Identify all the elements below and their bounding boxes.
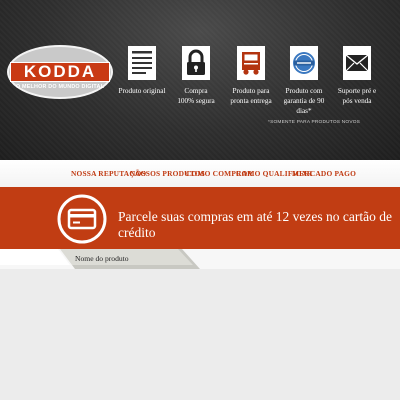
feature-support: Suporte pré e pós venda	[329, 44, 385, 106]
nav-item-mercado-pago[interactable]: MERCADO PAGO	[292, 169, 356, 178]
feature-label: Compra 100% segura	[177, 87, 215, 105]
product-strip: Nome do produto	[0, 249, 400, 269]
logo-wordmark: KODDA	[23, 62, 97, 81]
truck-icon	[237, 46, 265, 80]
feature-label: Produto para pronta entrega	[230, 87, 272, 105]
feature-label: Produto com garantia de 90 dias*	[283, 87, 325, 115]
footnote: *SOMENTE PARA PRODUTOS NOVOS	[268, 120, 361, 125]
logo-tagline: O MELHOR DO MUNDO DIGITAL	[15, 84, 105, 90]
feature-original-product: Produto original	[114, 44, 170, 96]
feature-label: Suporte pré e pós venda	[337, 87, 377, 105]
banner-text: Parcele suas compras em até 12 vezes no …	[118, 209, 393, 240]
document-icon	[128, 46, 156, 80]
main-nav: NOSSA REPUTAÇÃO NOSSOS PRODUTOS COMO COM…	[0, 160, 400, 187]
kodda-logo[interactable]: KODDA O MELHOR DO MUNDO DIGITAL	[7, 45, 113, 99]
padlock-icon	[182, 46, 210, 80]
product-name-label: Nome do produto	[75, 254, 129, 263]
installments-banner: Parcele suas compras em até 12 vezes no …	[0, 187, 400, 249]
feature-guarantee: Produto com garantia de 90 dias*	[276, 44, 332, 116]
content-area	[0, 269, 400, 400]
feature-ready-delivery: Produto para pronta entrega	[223, 44, 279, 106]
envelope-icon	[343, 46, 371, 80]
header: KODDA O MELHOR DO MUNDO DIGITAL Produto …	[0, 0, 400, 160]
feature-label: Produto original	[118, 87, 166, 95]
feature-secure-purchase: Compra 100% segura	[168, 44, 224, 106]
credit-card-icon	[57, 194, 107, 244]
guarantee-seal-icon	[290, 46, 318, 80]
